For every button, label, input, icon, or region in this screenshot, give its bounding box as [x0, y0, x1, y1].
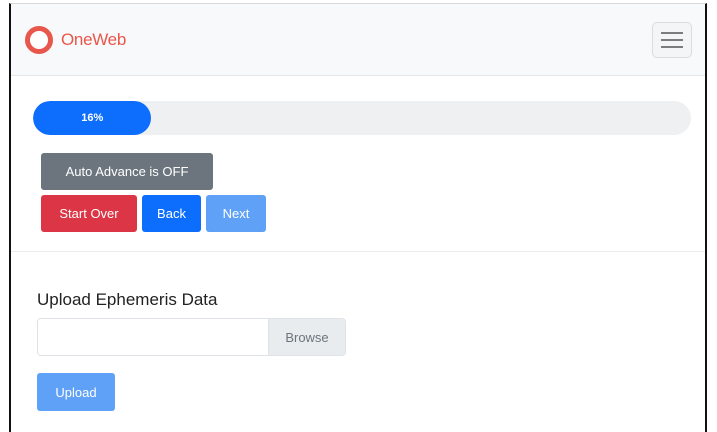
upload-title: Upload Ephemeris Data: [37, 290, 218, 309]
circle-ring-icon: [25, 26, 53, 54]
brand-name: OneWeb: [61, 30, 126, 49]
hamburger-menu-icon: [661, 32, 683, 34]
hamburger-menu-icon-line: [661, 46, 683, 48]
file-name-field[interactable]: [38, 319, 270, 355]
progress-track: 16%: [33, 101, 691, 135]
auto-advance-button[interactable]: Auto Advance is OFF: [41, 153, 213, 190]
upload-section: Upload Ephemeris Data Browse Upload: [11, 252, 705, 432]
hamburger-menu-button[interactable]: [652, 22, 692, 58]
hamburger-menu-icon-line: [661, 39, 683, 41]
navbar: OneWeb: [11, 4, 705, 76]
start-over-button[interactable]: Start Over: [41, 195, 137, 232]
next-button[interactable]: Next: [206, 195, 266, 232]
back-button[interactable]: Back: [142, 195, 201, 232]
browse-button[interactable]: Browse: [268, 319, 345, 355]
brand-link[interactable]: OneWeb: [25, 25, 126, 55]
file-input[interactable]: Browse: [37, 318, 346, 356]
step-controls: 16% Auto Advance is OFF Start Over Back …: [11, 76, 705, 252]
upload-button[interactable]: Upload: [37, 373, 115, 411]
progress-bar: 16%: [33, 101, 152, 135]
app-frame: OneWeb 16% Auto Advance is OFF Start Ove…: [9, 3, 707, 432]
